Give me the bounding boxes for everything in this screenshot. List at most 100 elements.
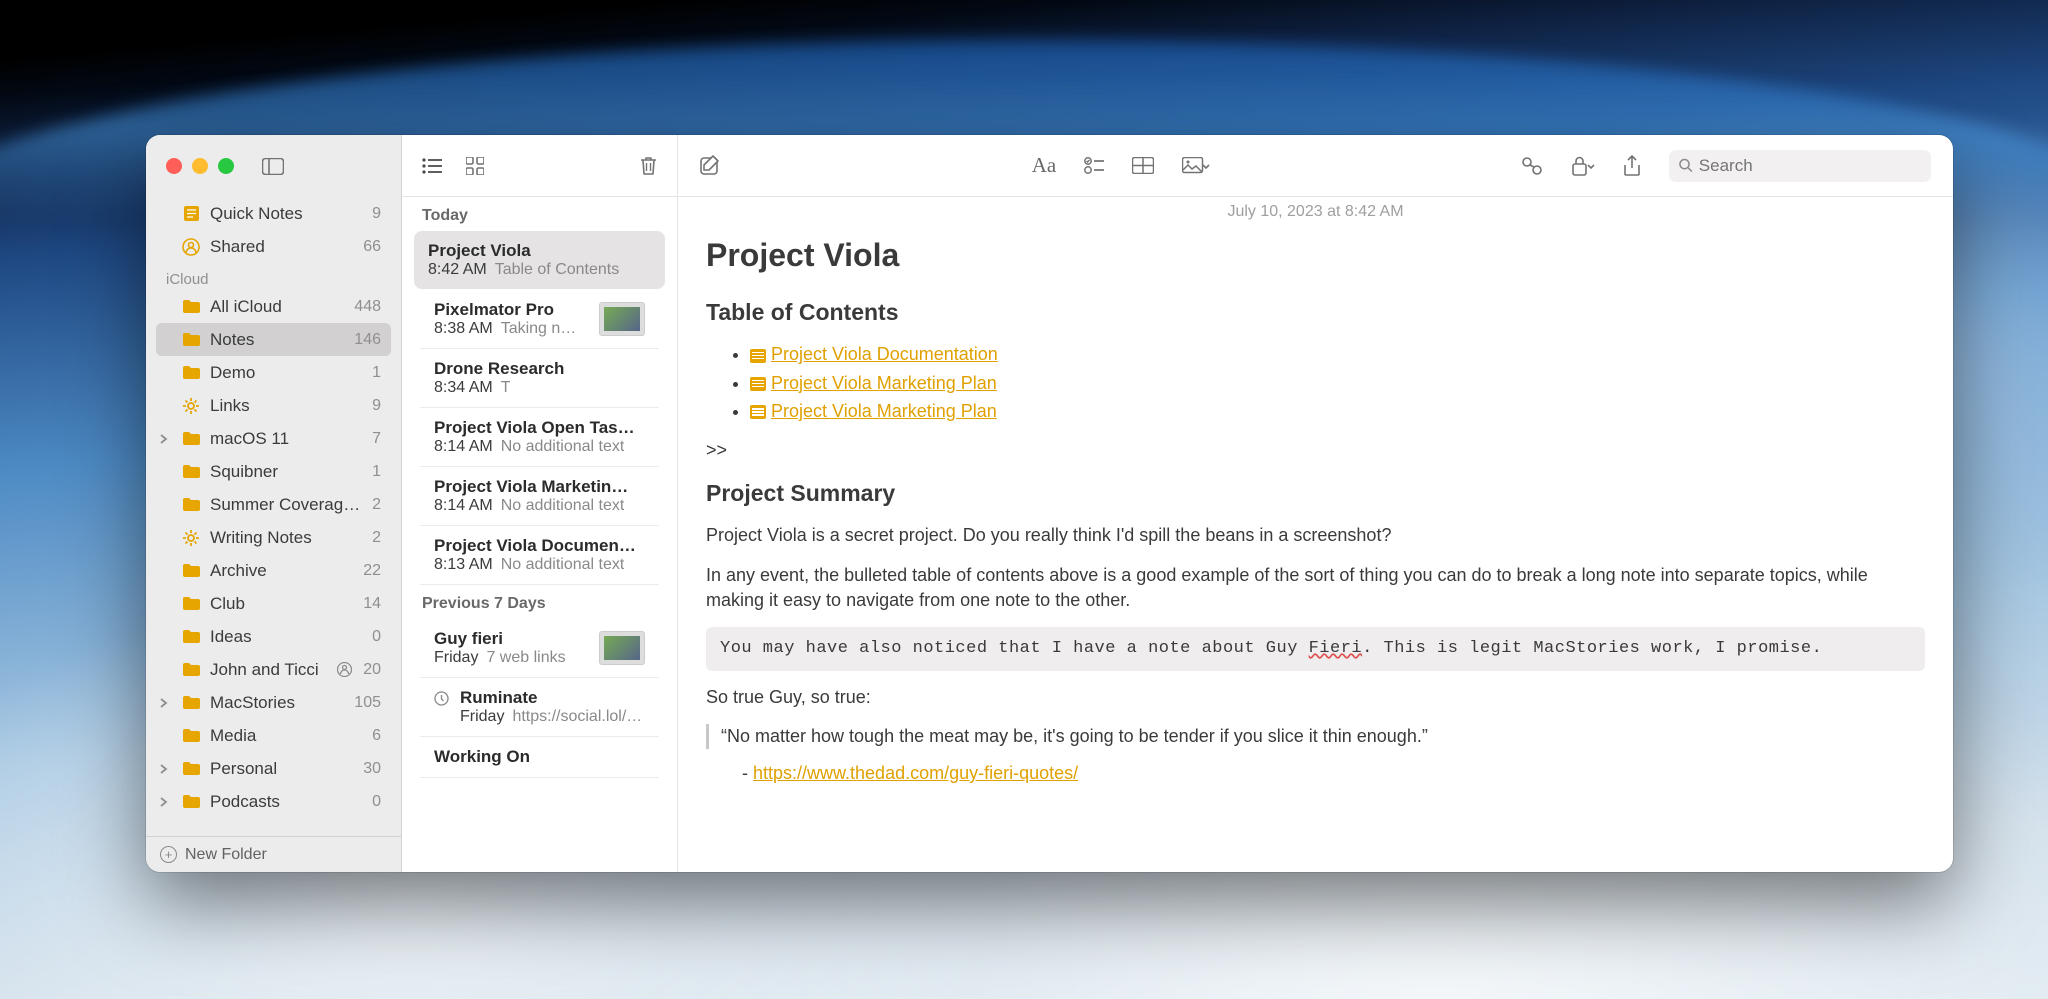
sidebar-item-count: 105 (354, 694, 381, 712)
quick-note-icon (181, 205, 201, 222)
toc-heading: Table of Contents (706, 296, 1925, 328)
new-folder-button[interactable]: + New Folder (146, 836, 401, 872)
note-item-snippet: Taking n… (501, 320, 577, 338)
note-item-snippet: No additional text (501, 438, 625, 456)
sidebar-item-count: 9 (372, 205, 381, 223)
note-item-snippet: https://social.lol/@… (512, 708, 645, 726)
sidebar-item-notes[interactable]: Notes146 (156, 323, 391, 356)
sidebar-item-writing-notes[interactable]: Writing Notes2 (156, 521, 391, 554)
note-item-title: Drone Research (434, 359, 645, 379)
trash-icon[interactable] (640, 156, 657, 176)
disclosure-chevron[interactable] (160, 698, 172, 708)
sidebar-item-demo[interactable]: Demo1 (156, 356, 391, 389)
sidebar-item-count: 2 (372, 529, 381, 547)
disclosure-chevron[interactable] (160, 764, 172, 774)
share-icon[interactable] (1623, 155, 1641, 177)
sidebar-item-ideas[interactable]: Ideas0 (156, 620, 391, 653)
sidebar-item-macos-11[interactable]: macOS 117 (156, 422, 391, 455)
list-view-icon[interactable] (422, 158, 442, 174)
sidebar-item-count: 1 (372, 463, 381, 481)
note-item-title: Working On (434, 747, 645, 767)
block-quote: “No matter how tough the meat may be, it… (706, 724, 1925, 749)
checklist-icon[interactable] (1084, 157, 1104, 175)
toc-link[interactable]: Project Viola Marketing Plan (771, 401, 997, 421)
zoom-button[interactable] (218, 158, 234, 174)
note-link-icon (750, 405, 766, 419)
folder-icon (181, 596, 201, 611)
sidebar-item-links[interactable]: Links9 (156, 389, 391, 422)
note-list-item[interactable]: Guy fieriFriday7 web links (420, 619, 659, 678)
media-icon[interactable] (1182, 157, 1210, 175)
shared-badge-icon (334, 662, 354, 677)
format-icon[interactable]: Aa (1032, 153, 1057, 178)
shared-indicator-icon (434, 691, 450, 706)
note-item-time: Friday (434, 649, 478, 667)
sidebar-item-podcasts[interactable]: Podcasts0 (156, 785, 391, 818)
sidebar-item-all-icloud[interactable]: All iCloud448 (156, 290, 391, 323)
compose-icon[interactable] (700, 155, 721, 176)
sidebar-item-summer-coverage-[interactable]: Summer Coverage…2 (156, 488, 391, 521)
link-note-icon[interactable] (1521, 156, 1543, 176)
note-list-item[interactable]: RuminateFridayhttps://social.lol/@… (420, 678, 659, 737)
note-list-item[interactable]: Project Viola8:42 AMTable of Contents (414, 231, 665, 289)
sidebar-section-header: iCloud (156, 263, 391, 290)
toc-link[interactable]: Project Viola Marketing Plan (771, 373, 997, 393)
sidebar-item-squibner[interactable]: Squibner1 (156, 455, 391, 488)
sidebar-list: Quick Notes9Shared66iCloudAll iCloud448N… (146, 197, 401, 836)
disclosure-chevron[interactable] (160, 797, 172, 807)
toc-list: Project Viola Documentation Project Viola… (706, 342, 1925, 424)
note-item-time: 8:14 AM (434, 438, 493, 456)
gear-icon (181, 529, 201, 547)
new-folder-label: New Folder (185, 846, 267, 864)
toggle-sidebar-icon[interactable] (262, 158, 284, 175)
note-title: Project Viola (706, 233, 1925, 278)
sidebar-item-macstories[interactable]: MacStories105 (156, 686, 391, 719)
window-titlebar (146, 135, 401, 197)
sidebar-item-count: 20 (363, 661, 381, 679)
sidebar-item-shared[interactable]: Shared66 (156, 230, 391, 263)
disclosure-chevron[interactable] (160, 434, 172, 444)
sidebar-item-label: Ideas (210, 627, 363, 647)
notes-section-header: Today (414, 197, 665, 231)
search-box[interactable] (1669, 150, 1931, 182)
toc-item: Project Viola Marketing Plan (750, 399, 1925, 424)
sidebar-item-label: Links (210, 396, 363, 416)
sidebar-item-label: Podcasts (210, 792, 363, 812)
sidebar-item-label: Personal (210, 759, 354, 779)
note-list-item[interactable]: Drone Research8:34 AMT (420, 349, 659, 408)
editor-toolbar: Aa (678, 135, 1953, 197)
toc-link[interactable]: Project Viola Documentation (771, 344, 998, 364)
note-item-time: 8:38 AM (434, 320, 493, 338)
note-list-item[interactable]: Project Viola Marketin…8:14 AMNo additio… (420, 467, 659, 526)
sidebar-item-media[interactable]: Media6 (156, 719, 391, 752)
notes-list-body: TodayProject Viola8:42 AMTable of Conten… (402, 197, 677, 872)
folder-icon (181, 563, 201, 578)
sidebar-item-archive[interactable]: Archive22 (156, 554, 391, 587)
note-list-item[interactable]: Pixelmator Pro8:38 AMTaking n… (420, 290, 659, 349)
sidebar-item-count: 1 (372, 364, 381, 382)
note-thumbnail (599, 631, 645, 665)
sidebar-item-label: Shared (210, 237, 354, 257)
note-list-item[interactable]: Project Viola Documen…8:13 AMNo addition… (420, 526, 659, 585)
table-icon[interactable] (1132, 157, 1154, 174)
sidebar-item-quick-notes[interactable]: Quick Notes9 (156, 197, 391, 230)
sidebar-item-john-and-ticci[interactable]: John and Ticci20 (156, 653, 391, 686)
lock-icon[interactable] (1571, 156, 1595, 176)
grid-view-icon[interactable] (466, 157, 484, 175)
folder-icon (181, 332, 201, 347)
sidebar-item-personal[interactable]: Personal30 (156, 752, 391, 785)
search-input[interactable] (1699, 156, 1921, 176)
note-item-time: 8:14 AM (434, 497, 493, 515)
folder-icon (181, 464, 201, 479)
source-link[interactable]: https://www.thedad.com/guy-fieri-quotes/ (753, 763, 1078, 783)
close-button[interactable] (166, 158, 182, 174)
summary-p1: Project Viola is a secret project. Do yo… (706, 523, 1925, 548)
minimize-button[interactable] (192, 158, 208, 174)
p3: So true Guy, so true: (706, 685, 1925, 710)
sidebar-item-club[interactable]: Club14 (156, 587, 391, 620)
note-item-title: Project Viola Open Tas… (434, 418, 645, 438)
note-list-item[interactable]: Project Viola Open Tas…8:14 AM No additio… (420, 408, 659, 467)
note-list-item[interactable]: Working On (420, 737, 659, 778)
folder-icon (181, 299, 201, 314)
editor-body[interactable]: July 10, 2023 at 8:42 AM Project Viola T… (678, 197, 1953, 872)
